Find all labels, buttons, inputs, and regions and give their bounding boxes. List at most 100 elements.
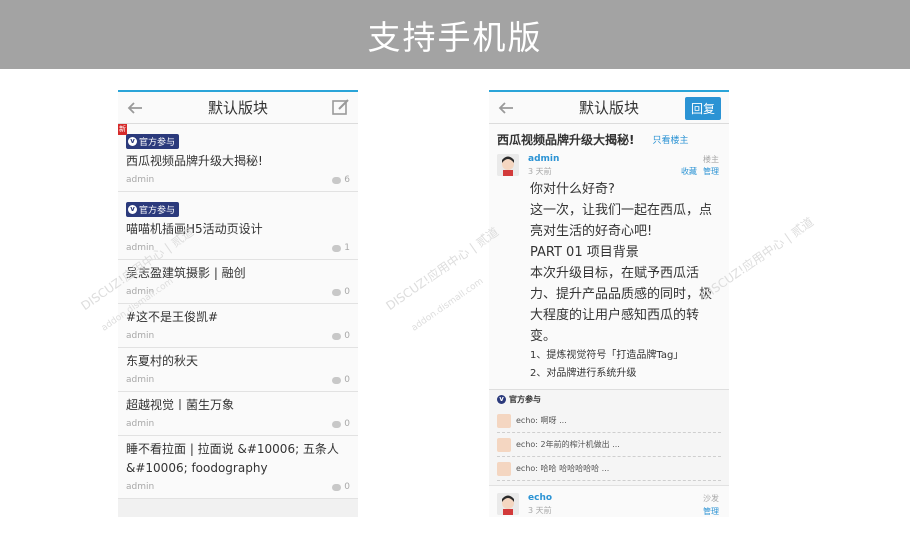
thread-title[interactable]: 超越视觉丨菌生万象 <box>126 396 350 415</box>
official-tag-label: 官方参与 <box>509 395 541 404</box>
thread-title[interactable]: 喵喵机插画H5活动页设计 <box>126 220 350 239</box>
post-list-item: 1、提炼视觉符号「打造品牌Tag」 <box>530 350 684 361</box>
thread-item[interactable]: 吴志盈建筑摄影 | 融创 admin 0 <box>118 260 358 304</box>
forum-title: 默认版块 <box>578 99 639 117</box>
thread-item[interactable]: v 官方参与喵喵机插画H5活动页设计 admin 1 <box>118 192 358 260</box>
thread-item[interactable]: 新 v 官方参与西瓜视频品牌升级大揭秘! admin 6 <box>118 124 358 192</box>
first-post: 西瓜视频品牌升级大揭秘! 只看楼主 admin 3 天前 楼主 收藏 管理 你对… <box>489 124 729 485</box>
comments-section: v 官方参与 echo: 啊呀 ... echo: 2年前的榨汁机做出 ... … <box>489 389 729 485</box>
thread-item[interactable]: 睡不看拉面 | 拉面说 &#10006; 五条人 &#10006; foodog… <box>118 436 358 499</box>
thread-item[interactable]: 东夏村的秋天 admin 0 <box>118 348 358 392</box>
comment-bubble-icon <box>332 332 342 340</box>
new-flag-icon: 新 <box>118 124 127 135</box>
post-line: PART 01 项目背景 <box>530 245 639 260</box>
reply-count: 0 <box>332 482 350 492</box>
reply-count-value: 0 <box>344 375 350 385</box>
thread-title[interactable]: #这不是王俊凯# <box>126 308 350 327</box>
forum-title: 默认版块 <box>207 99 268 117</box>
avatar[interactable] <box>497 493 519 515</box>
banner-title: 支持手机版 <box>367 17 543 57</box>
reply-count-value: 0 <box>344 287 350 297</box>
thread-author: admin <box>126 419 155 429</box>
reply-count: 1 <box>332 243 350 253</box>
avatar <box>497 461 511 476</box>
post-line: 你对什么好奇? <box>530 182 615 197</box>
official-tag: v 官方参与 <box>497 394 721 405</box>
reply-button[interactable]: 回复 <box>684 97 721 120</box>
author-name[interactable]: echo <box>528 493 721 503</box>
post-title: 西瓜视频品牌升级大揭秘! <box>497 133 635 147</box>
thread-list: 新 v 官方参与 西瓜视频品牌升级大揭秘! admin 6 v 官方参与 喵喵机插画H5活动页设… <box>118 124 358 499</box>
reply-count-value: 0 <box>344 419 350 429</box>
comment-bubble-icon <box>332 288 342 296</box>
comment-bubble-icon <box>332 420 342 428</box>
manage-link[interactable]: 管理 <box>703 506 719 517</box>
post-line: 本次升级目标，在赋予西瓜活力、提升产品品质感的同时，极大程度的让用户感知西瓜的转… <box>530 266 713 344</box>
reply-count-value: 0 <box>344 482 350 492</box>
comment-item[interactable]: echo: 啊呀 ... <box>497 409 721 433</box>
reply-count: 0 <box>332 419 350 429</box>
thread-author: admin <box>126 331 155 341</box>
back-arrow-icon[interactable] <box>495 97 517 119</box>
official-tag: v 官方参与 <box>126 134 180 149</box>
thread-list-screen: 默认版块 新 v 官方参与 西瓜视频品牌升级大揭秘! admin 6 v 官方参与 喵喵机插画H… <box>118 90 358 517</box>
compose-icon[interactable] <box>331 97 351 117</box>
thread-author: admin <box>126 175 155 185</box>
v-badge-icon: v <box>128 137 137 146</box>
comment-bubble-icon <box>332 483 342 491</box>
post-body: 你对什么好奇? 这一次，让我们一起在西瓜，点亮对生活的好奇心吧! PART 01… <box>489 177 729 389</box>
post-line: 这一次，让我们一起在西瓜，点亮对生活的好奇心吧! <box>530 203 713 239</box>
watermark-text: DISCUZ!应用中心 | 贰道 <box>383 224 502 314</box>
favorite-link[interactable]: 收藏 <box>681 166 697 177</box>
reply-count-value: 1 <box>344 243 350 253</box>
official-tag: v 官方参与 <box>126 202 180 217</box>
thread-detail-screen: 默认版块 回复 西瓜视频品牌升级大揭秘! 只看楼主 admin 3 天前 楼主 <box>489 90 729 517</box>
watermark: DISCUZ!应用中心 | 贰道 <box>382 223 502 314</box>
comment-text: echo: 哈哈 哈哈哈哈哈 ... <box>516 464 610 473</box>
post-time: 3 天前 <box>528 506 552 515</box>
official-tag-label: 官方参与 <box>139 206 176 216</box>
reply-count-value: 0 <box>344 331 350 341</box>
thread-author: admin <box>126 375 155 385</box>
reply-count: 0 <box>332 375 350 385</box>
thread-title[interactable]: 西瓜视频品牌升级大揭秘! <box>126 152 350 171</box>
reply-count: 0 <box>332 287 350 297</box>
top-bar: 默认版块 回复 <box>489 90 729 124</box>
author-name[interactable]: admin <box>528 154 721 164</box>
banner: 支持手机版 <box>0 0 910 69</box>
thread-title[interactable]: 睡不看拉面 | 拉面说 &#10006; 五条人 &#10006; foodog… <box>126 440 350 478</box>
thread-item[interactable]: #这不是王俊凯# admin 0 <box>118 304 358 348</box>
thread-title[interactable]: 吴志盈建筑摄影 | 融创 <box>126 264 350 283</box>
reply-count: 0 <box>332 331 350 341</box>
post-list-item: 2、对品牌进行系统升级 <box>530 368 637 379</box>
avatar[interactable] <box>497 154 519 176</box>
thread-title[interactable]: 东夏村的秋天 <box>126 352 350 371</box>
back-arrow-icon[interactable] <box>124 97 146 119</box>
avatar <box>497 413 511 428</box>
reply-count-value: 6 <box>344 175 350 185</box>
reply-count: 6 <box>332 175 350 185</box>
comment-bubble-icon <box>332 244 342 252</box>
v-badge-icon: v <box>128 205 137 214</box>
v-badge-icon: v <box>497 395 506 404</box>
comment-bubble-icon <box>332 176 342 184</box>
comment-text: echo: 啊呀 ... <box>516 416 567 425</box>
watermark-subtext: addon.dismall.com <box>409 276 486 334</box>
comment-bubble-icon <box>332 376 342 384</box>
comment-item[interactable]: echo: 哈哈 哈哈哈哈哈 ... <box>497 457 721 481</box>
official-tag-label: 官方参与 <box>139 138 176 148</box>
thread-item[interactable]: 超越视觉丨菌生万象 admin 0 <box>118 392 358 436</box>
comment-item[interactable]: echo: 2年前的榨汁机做出 ... <box>497 433 721 457</box>
thread-author: admin <box>126 482 155 492</box>
floor-label: 楼主 <box>703 155 719 164</box>
second-post: echo 3 天前 沙发 管理 <box>489 485 729 517</box>
manage-link[interactable]: 管理 <box>703 166 719 177</box>
top-bar: 默认版块 <box>118 90 358 124</box>
watermark: addon.dismall.com <box>410 276 486 333</box>
floor-label: 沙发 <box>703 494 719 503</box>
comment-text: echo: 2年前的榨汁机做出 ... <box>516 440 620 449</box>
thread-author: admin <box>126 287 155 297</box>
thread-author: admin <box>126 243 155 253</box>
only-op-link[interactable]: 只看楼主 <box>652 133 688 146</box>
avatar <box>497 437 511 452</box>
